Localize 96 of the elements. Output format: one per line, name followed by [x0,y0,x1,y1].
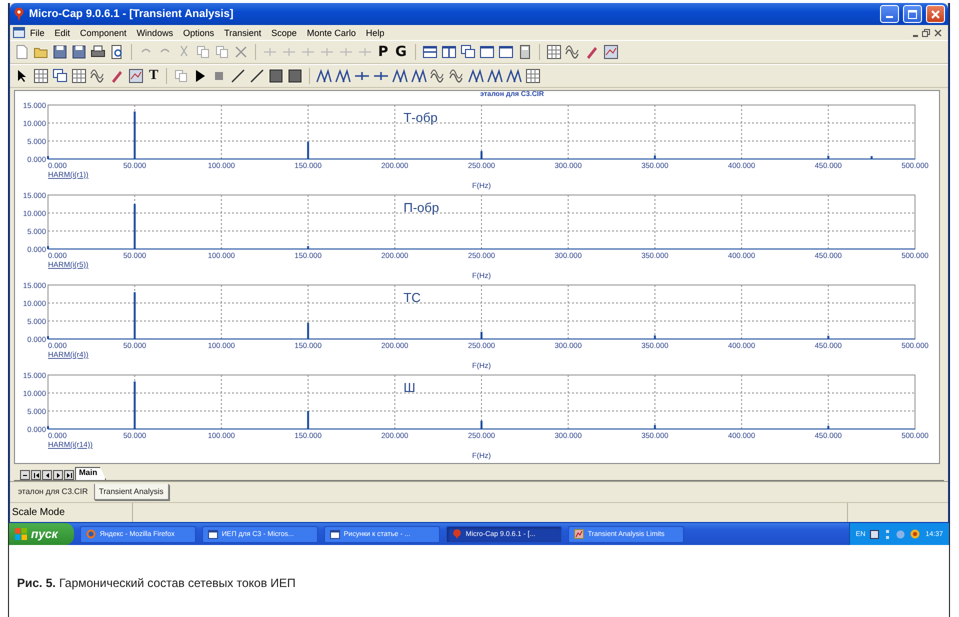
chart-title: Ш [403,380,416,395]
stem-bar [827,426,830,429]
stem-bar [480,420,482,429]
tile-vertical-icon[interactable] [440,44,457,60]
pin-icon [452,529,462,539]
maximize-icon [908,10,917,18]
stem-bar [654,425,656,429]
peak-icon[interactable] [316,68,332,84]
window-icon[interactable] [478,44,495,60]
minimize-button[interactable] [880,5,899,23]
line-icon[interactable] [249,68,266,84]
stem-bar [307,246,310,249]
document-tab[interactable]: Transient Analysis [94,484,169,500]
peak-icon[interactable] [487,68,504,84]
wave-icon[interactable] [430,68,446,84]
stem-bar [654,155,656,159]
chart-icon [574,529,584,539]
minimize-icon [886,16,893,18]
peak-icon[interactable] [392,68,408,84]
cascade-icon[interactable] [460,44,476,60]
stem-bar [134,111,136,159]
figure-caption: Рис. 5. Гармонический состав сетевых токов ИЕП [17,576,296,590]
chart-icon[interactable] [602,44,619,60]
menu-item[interactable]: Monte Carlo [302,28,361,38]
printer-icon[interactable] [90,44,106,60]
toolbar-button[interactable]: T [147,68,160,84]
toolbar-button[interactable]: G [393,44,409,60]
stem-bar [480,332,482,339]
window-icon [330,529,340,539]
sheet-nav-button[interactable] [64,470,74,480]
page-icon[interactable] [14,44,30,60]
status-text: Scale Mode [10,503,133,522]
menu-item[interactable]: Windows [132,28,178,38]
stem-bar [134,204,136,249]
stem-bar [654,335,656,339]
chart-title: ТС [403,290,421,305]
previous-icon [44,472,50,478]
stem-bar [480,151,482,159]
peak-icon[interactable] [411,68,428,84]
sheet-nav-button[interactable] [53,470,63,480]
stem-bar [307,411,310,429]
window-icon [208,529,218,539]
sheet-tab[interactable]: Main [75,467,106,480]
globe-icon [86,529,96,539]
pen-icon[interactable] [109,68,125,84]
peak-icon[interactable] [506,68,522,84]
stem-bar [827,336,830,339]
document-tab[interactable]: эталон для C3.CIR [14,484,92,499]
block-icon[interactable] [287,68,304,84]
window-icon[interactable] [498,44,514,60]
pin-icon [13,7,25,21]
wave-icon[interactable] [90,68,106,84]
wave-icon[interactable] [564,44,581,60]
first-icon [32,472,40,478]
stem-bar [307,322,310,339]
restore-icon[interactable] [922,28,930,36]
menu-item[interactable]: Options [178,28,220,38]
close-button[interactable] [926,5,945,23]
close-icon [931,10,940,18]
start-button[interactable]: пуск [9,523,74,545]
wave-icon[interactable] [449,68,466,84]
stem-bar [134,292,136,339]
grid-icon[interactable] [71,68,87,84]
sheet-nav-button[interactable] [31,470,41,480]
toolbar-button[interactable]: P [376,44,390,60]
sheet-nav-button[interactable] [42,470,52,480]
menu-item[interactable]: Component [75,28,132,38]
stem-bar [134,381,136,429]
menu-item[interactable]: Transient [219,28,266,38]
sheet-nav-button[interactable] [20,470,30,480]
window-title: Micro-Cap 9.0.6.1 - [Transient Analysis] [29,8,234,20]
menu-item[interactable]: Edit [50,28,76,38]
window-icon [13,27,25,38]
maximize-button[interactable] [903,5,922,23]
grid-icon[interactable] [525,68,542,84]
chart-title: П-обр [403,200,440,215]
line-icon[interactable] [230,68,246,84]
next-icon [54,472,62,478]
last-icon [66,472,72,478]
peak-icon[interactable] [335,68,352,84]
chart-icon[interactable] [128,68,144,84]
stem-bar [870,156,873,159]
stem-bar [827,156,830,159]
block-icon[interactable] [268,68,284,84]
tile-horizontal-icon[interactable] [422,44,438,60]
menu-item[interactable]: Scope [266,28,302,38]
chart-title: Т-обр [403,110,438,125]
grid-icon[interactable] [546,44,562,60]
menu-item[interactable]: Help [360,28,390,38]
menu-item[interactable]: File [25,28,50,38]
windows-flag-icon [15,528,27,540]
peak-icon[interactable] [468,68,484,84]
stem-bar [307,142,310,159]
close-icon[interactable] [934,28,942,36]
grid-icon[interactable] [33,68,49,84]
minimize-icon[interactable] [913,34,918,36]
